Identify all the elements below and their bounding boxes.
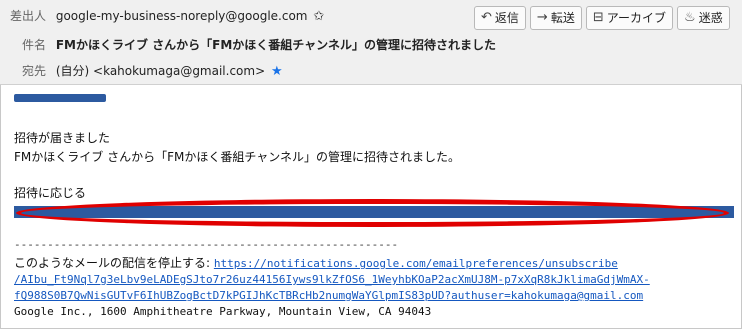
from-label: 差出人: [10, 9, 47, 23]
forward-arrow-icon: →: [536, 10, 548, 25]
message-toolbar: ↶ 返信 → 転送 ⊟ アーカイブ ♨ 迷惑: [474, 6, 730, 30]
subject-row: 件名 FMかほくライブ さんから「FMかほく番組チャンネル」の管理に招待されまし…: [22, 35, 496, 55]
redacted-greeting: [14, 94, 106, 102]
unsubscribe-text: このようなメールの配信を停止する:: [14, 256, 214, 270]
forward-button[interactable]: → 転送: [529, 6, 582, 30]
footer-address: Google Inc., 1600 Amphitheatre Parkway, …: [14, 305, 432, 318]
subject-label: 件名: [22, 38, 47, 52]
reply-arrow-icon: ↶: [481, 10, 492, 25]
unsubscribe-link[interactable]: https://notifications.google.com/emailpr…: [214, 257, 618, 270]
archive-label: アーカイブ: [606, 11, 667, 25]
archive-button[interactable]: ⊟ アーカイブ: [585, 6, 674, 30]
separator-line: ----------------------------------------…: [14, 238, 399, 251]
message-body: 招待が届きました FMかほくライブ さんから「FMかほく番組チャンネル」の管理に…: [0, 85, 742, 329]
reply-button[interactable]: ↶ 返信: [474, 6, 526, 30]
from-address[interactable]: google-my-business-noreply@google.com: [56, 9, 308, 23]
red-annotation-ellipse: [16, 199, 729, 227]
star-outline-icon[interactable]: ✩: [313, 9, 324, 24]
archive-box-icon: ⊟: [592, 10, 604, 25]
unsubscribe-row: このようなメールの配信を停止する: https://notifications.…: [14, 254, 618, 271]
invite-heading: 招待が届きました: [14, 131, 111, 145]
junk-flame-icon: ♨: [684, 10, 696, 25]
junk-label: 迷惑: [698, 11, 723, 25]
to-label: 宛先: [22, 64, 47, 78]
email-window: 差出人 google-my-business-noreply@google.co…: [0, 0, 742, 329]
star-filled-icon[interactable]: ★: [271, 64, 283, 79]
respond-label: 招待に応じる: [14, 186, 87, 200]
reply-label: 返信: [494, 11, 519, 25]
to-address[interactable]: (自分) <kahokumaga@gmail.com>: [56, 64, 265, 78]
invite-text: FMかほくライブ さんから「FMかほく番組チャンネル」の管理に招待されました。: [14, 150, 460, 164]
to-row: 宛先 (自分) <kahokumaga@gmail.com> ★: [22, 61, 283, 81]
forward-label: 転送: [550, 11, 575, 25]
subject-text: FMかほくライブ さんから「FMかほく番組チャンネル」の管理に招待されました: [55, 38, 496, 52]
junk-button[interactable]: ♨ 迷惑: [677, 6, 730, 30]
message-header: 差出人 google-my-business-noreply@google.co…: [0, 0, 742, 85]
from-row: 差出人 google-my-business-noreply@google.co…: [10, 6, 324, 26]
unsubscribe-link-line-2[interactable]: /AIbu_Ft9Nql7g3eLbv9eLADEgSJto7r26uz4415…: [14, 273, 650, 286]
unsubscribe-link-line-3[interactable]: fQ988S0B7QwNisGUTvF6IhUBZogBctD7kPGIJhKc…: [14, 289, 643, 302]
